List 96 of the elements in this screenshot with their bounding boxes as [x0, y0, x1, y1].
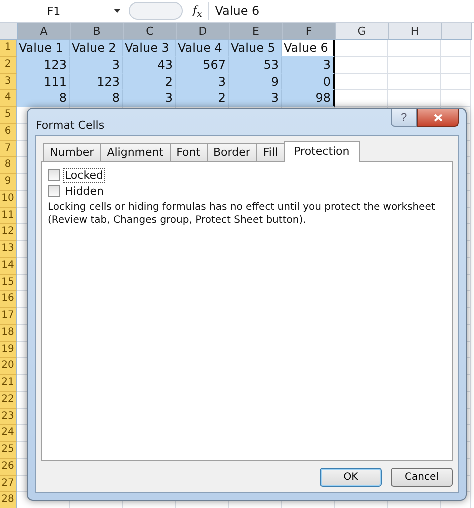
- row-header[interactable]: 2: [0, 56, 17, 74]
- help-text: Locking cells or hiding formulas has no effect until you protect the worksheet (Review tab, Changes group, Protect Sheet button).: [48, 201, 436, 227]
- table-cell[interactable]: Value 1: [17, 40, 70, 57]
- table-cell[interactable]: 3: [282, 56, 335, 74]
- row-header[interactable]: 25: [0, 442, 17, 459]
- help-button[interactable]: ?: [391, 109, 417, 127]
- tab[interactable]: Protection: [284, 141, 360, 162]
- row-header[interactable]: 8: [0, 157, 17, 174]
- table-cell[interactable]: [441, 40, 471, 57]
- row-header[interactable]: 24: [0, 425, 17, 442]
- row-header[interactable]: 7: [0, 140, 17, 158]
- dropdown-arrow-icon[interactable]: [114, 9, 121, 13]
- formula-field[interactable]: Value 6: [209, 4, 474, 18]
- table-cell[interactable]: Value 2: [70, 40, 123, 57]
- table-cell[interactable]: [441, 74, 471, 90]
- row-header[interactable]: 5: [0, 107, 17, 124]
- row-header[interactable]: 16: [0, 291, 17, 308]
- table-cell[interactable]: 53: [229, 56, 282, 74]
- close-button[interactable]: [417, 109, 459, 127]
- table-cell[interactable]: [388, 56, 441, 74]
- table-cell[interactable]: 0: [282, 74, 335, 90]
- row-header[interactable]: 6: [0, 124, 17, 140]
- tab[interactable]: Font: [170, 143, 208, 161]
- row-header[interactable]: 18: [0, 324, 17, 342]
- column-header[interactable]: B: [71, 23, 124, 40]
- table-cell[interactable]: [388, 90, 441, 107]
- table-cell[interactable]: 3: [70, 56, 123, 74]
- column-header[interactable]: C: [124, 23, 177, 40]
- checkbox[interactable]: [48, 185, 60, 197]
- row-header[interactable]: 1: [0, 40, 17, 57]
- dialog-button[interactable]: OK: [320, 468, 382, 487]
- select-all-corner[interactable]: [0, 23, 18, 40]
- table-cell[interactable]: 123: [70, 74, 123, 90]
- row-header[interactable]: 11: [0, 208, 17, 224]
- table-cell[interactable]: Value 4: [176, 40, 229, 57]
- row-header[interactable]: 26: [0, 458, 17, 476]
- row-header[interactable]: 20: [0, 358, 17, 375]
- table-cell[interactable]: 43: [123, 56, 176, 74]
- tab[interactable]: Fill: [256, 143, 286, 161]
- table-cell[interactable]: 567: [176, 56, 229, 74]
- row-header[interactable]: 3: [0, 74, 17, 90]
- table-cell[interactable]: 98: [282, 90, 335, 107]
- row-header[interactable]: 28: [0, 492, 17, 508]
- table-cell[interactable]: Value 5: [229, 40, 282, 57]
- table-cell[interactable]: [441, 90, 471, 107]
- dialog-title: Format Cells: [36, 119, 105, 132]
- row-header[interactable]: 23: [0, 408, 17, 426]
- column-header[interactable]: E: [230, 23, 283, 40]
- table-cell[interactable]: 2: [123, 74, 176, 90]
- table-cell[interactable]: 3: [123, 90, 176, 107]
- insert-function-button[interactable]: f$_{x}$: [191, 2, 210, 20]
- row-header[interactable]: 21: [0, 375, 17, 392]
- row-header[interactable]: 4: [0, 90, 17, 107]
- row-header[interactable]: 9: [0, 174, 17, 191]
- row-header[interactable]: 13: [0, 241, 17, 258]
- column-header[interactable]: [442, 23, 472, 40]
- table-cell[interactable]: Value 3: [123, 40, 176, 57]
- table-cell[interactable]: [335, 90, 388, 107]
- name-box[interactable]: F1: [0, 4, 108, 18]
- splitter-handle[interactable]: [129, 2, 183, 20]
- row-header[interactable]: 12: [0, 224, 17, 241]
- table-cell[interactable]: [441, 56, 471, 74]
- dialog-button[interactable]: Cancel: [391, 468, 453, 487]
- column-header[interactable]: H: [389, 23, 442, 40]
- tab[interactable]: Alignment: [100, 143, 171, 161]
- row-header[interactable]: 15: [0, 274, 17, 292]
- table-cell[interactable]: 3: [229, 90, 282, 107]
- table-cell[interactable]: 3: [176, 74, 229, 90]
- table-cell[interactable]: 8: [70, 90, 123, 107]
- table-cell[interactable]: [388, 40, 441, 57]
- table-cell[interactable]: [335, 74, 388, 90]
- table-cell[interactable]: 111: [17, 74, 70, 90]
- table-cell[interactable]: [388, 74, 441, 90]
- table-cell[interactable]: 9: [229, 74, 282, 90]
- column-header[interactable]: G: [336, 23, 389, 40]
- row-header[interactable]: 10: [0, 190, 17, 208]
- checkbox-label[interactable]: Locked: [63, 168, 106, 182]
- row-header[interactable]: 14: [0, 258, 17, 274]
- table-cell[interactable]: 2: [176, 90, 229, 107]
- table-cell[interactable]: Value 6: [282, 40, 335, 57]
- table-cell[interactable]: 8: [17, 90, 70, 107]
- table-cell[interactable]: 123: [17, 56, 70, 74]
- tab[interactable]: Number: [43, 143, 102, 161]
- table-cell[interactable]: [335, 40, 388, 57]
- checkbox-label[interactable]: Hidden: [63, 184, 106, 198]
- close-icon: [434, 114, 442, 122]
- column-header[interactable]: F: [283, 23, 336, 40]
- column-header[interactable]: A: [18, 23, 71, 40]
- row-header[interactable]: 17: [0, 308, 17, 325]
- column-header[interactable]: D: [177, 23, 230, 40]
- table-cell[interactable]: [335, 56, 388, 74]
- row-header[interactable]: 27: [0, 476, 17, 492]
- checkbox[interactable]: [48, 169, 60, 181]
- row-header[interactable]: 22: [0, 392, 17, 408]
- tab[interactable]: Border: [206, 143, 258, 161]
- row-header[interactable]: 19: [0, 342, 17, 358]
